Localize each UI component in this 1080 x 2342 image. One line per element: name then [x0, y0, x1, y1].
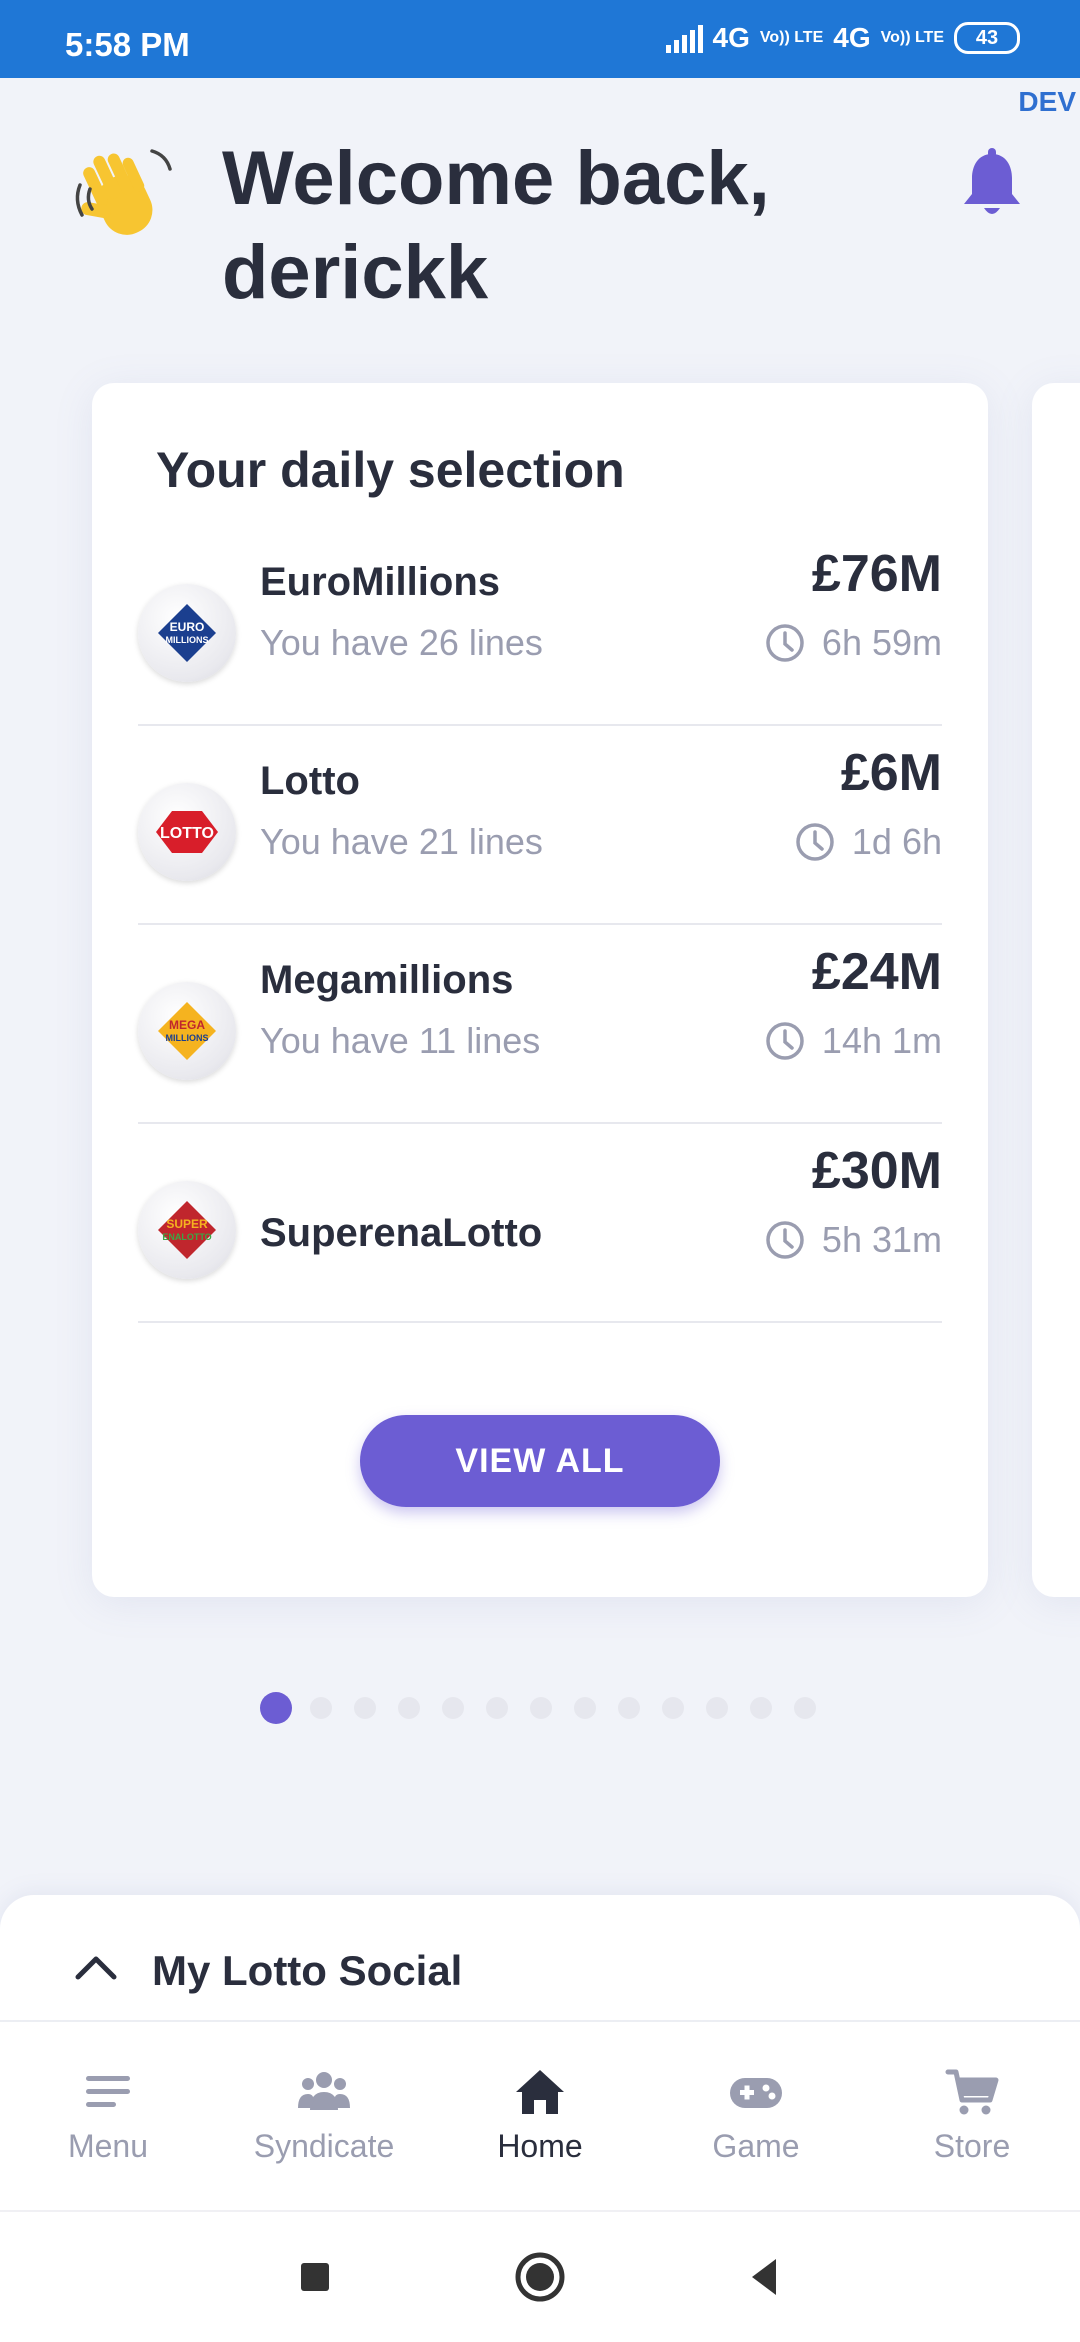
clock-icon: [766, 1221, 804, 1259]
lotto-logo-text: LOTTO: [160, 825, 214, 842]
game-row-megamillions[interactable]: MEGA MILLIONS Megamillions You have 11 l…: [138, 924, 942, 1124]
group-icon: [298, 2072, 350, 2110]
nav-item-store[interactable]: Store: [882, 2066, 1062, 2165]
battery-icon: 43: [954, 22, 1020, 54]
superenalotto-logo-subtext: ENALOTTO: [162, 1232, 211, 1242]
network-type-2: 4G: [833, 22, 871, 53]
pager-dot[interactable]: [574, 1697, 596, 1719]
dev-tag: DEV: [1018, 86, 1076, 117]
megamillions-logo-text: MEGA: [169, 1018, 205, 1032]
pager-dot[interactable]: [706, 1697, 728, 1719]
bottom-nav: Menu Syndicate Home Game Store: [0, 2020, 1080, 2212]
game-lines: You have 21 lines: [260, 821, 543, 862]
nav-item-menu[interactable]: Menu: [18, 2066, 198, 2165]
system-nav-bar: [0, 2210, 1080, 2342]
megamillions-logo-subtext: MILLIONS: [166, 1033, 209, 1043]
nav-label: Home: [497, 2128, 583, 2164]
nav-label: Menu: [67, 2128, 149, 2164]
back-icon[interactable]: [738, 2250, 792, 2304]
game-lines: You have 26 lines: [260, 622, 543, 663]
nav-label: Game: [712, 2128, 800, 2164]
countdown: 1d 6h: [794, 821, 942, 863]
game-row-lotto[interactable]: LOTTO Lotto You have 21 lines £6M 1d 6h: [138, 725, 942, 925]
game-lines: You have 11 lines: [260, 1020, 541, 1061]
nav-item-home[interactable]: Home: [450, 2066, 630, 2165]
welcome-heading: Welcome back, derickk: [222, 136, 770, 315]
gamepad-icon: [730, 2078, 782, 2108]
jackpot-amount: £6M: [840, 744, 942, 802]
network-type: 4G: [712, 22, 750, 53]
waving-hand-icon: [75, 149, 172, 235]
next-card-peek[interactable]: [1032, 383, 1080, 1597]
superenalotto-logo: SUPER ENALOTTO: [138, 1181, 236, 1279]
home-icon: [516, 2070, 564, 2114]
jackpot-amount: £76M: [811, 545, 942, 603]
status-indicators: 4G Vo)) LTE 4G Vo)) LTE 43: [665, 22, 1020, 54]
nav-label: Syndicate: [253, 2128, 395, 2164]
social-title: My Lotto Social: [152, 1947, 463, 1994]
countdown-text: 6h 59m: [821, 622, 942, 663]
my-lotto-social-panel[interactable]: My Lotto Social: [0, 1895, 1080, 2020]
recent-apps-icon[interactable]: [288, 2250, 342, 2304]
pager-dot[interactable]: [442, 1697, 464, 1719]
jackpot-amount: £30M: [811, 1142, 942, 1200]
countdown: 14h 1m: [764, 1020, 942, 1062]
pager-dot[interactable]: [794, 1697, 816, 1719]
home-button-icon[interactable]: [513, 2250, 567, 2304]
game-name: EuroMillions: [260, 560, 500, 604]
cart-icon: [945, 2069, 999, 2115]
nav-item-game[interactable]: Game: [666, 2066, 846, 2165]
daily-selection-card: Your daily selection EURO MILLIONS EuroM…: [92, 383, 988, 1597]
euromillions-logo-text: EURO: [170, 620, 205, 634]
clock-icon: [766, 624, 804, 662]
game-name: Lotto: [260, 759, 360, 803]
countdown-text: 14h 1m: [821, 1020, 942, 1061]
countdown: 5h 31m: [764, 1219, 942, 1261]
status-bar: 5:58 PM 4G Vo)) LTE 4G Vo)) LTE 43: [0, 0, 1080, 78]
volte-indicator-2: Vo)) LTE: [880, 29, 944, 46]
countdown: 6h 59m: [764, 622, 942, 664]
pager-dot[interactable]: [662, 1697, 684, 1719]
jackpot-amount: £24M: [811, 943, 942, 1001]
status-time: 5:58 PM: [65, 26, 190, 63]
card-title: Your daily selection: [156, 442, 625, 498]
clock-icon: [796, 823, 834, 861]
pager-dot[interactable]: [354, 1697, 376, 1719]
game-row-euromillions[interactable]: EURO MILLIONS EuroMillions You have 26 l…: [138, 526, 942, 726]
superenalotto-logo-text: SUPER: [166, 1217, 208, 1231]
countdown-text: 5h 31m: [821, 1219, 942, 1260]
pager-dot-active[interactable]: [260, 1692, 292, 1724]
carousel-pager: [260, 1692, 816, 1724]
signal-icon: [665, 23, 703, 53]
megamillions-logo: MEGA MILLIONS: [138, 982, 236, 1080]
pager-dot[interactable]: [486, 1697, 508, 1719]
pager-dot[interactable]: [750, 1697, 772, 1719]
euromillions-logo: EURO MILLIONS: [138, 584, 236, 682]
clock-icon: [766, 1022, 804, 1060]
pager-dot[interactable]: [618, 1697, 640, 1719]
euromillions-logo-subtext: MILLIONS: [166, 635, 209, 645]
chevron-up-icon[interactable]: [74, 1953, 118, 1981]
pager-dot[interactable]: [398, 1697, 420, 1719]
volte-indicator: Vo)) LTE: [759, 29, 824, 46]
pager-dot[interactable]: [530, 1697, 552, 1719]
game-name: SuperenaLotto: [260, 1211, 543, 1255]
game-row-superenalotto[interactable]: SUPER ENALOTTO SuperenaLotto £30M 5h 31m: [138, 1123, 942, 1323]
view-all-button[interactable]: VIEW ALL: [360, 1415, 720, 1507]
countdown-text: 1d 6h: [851, 821, 942, 862]
nav-label: Store: [933, 2128, 1011, 2164]
menu-icon: [86, 2076, 130, 2107]
pager-dot[interactable]: [310, 1697, 332, 1719]
bell-icon[interactable]: [960, 148, 1024, 220]
game-name: Megamillions: [260, 958, 514, 1002]
nav-item-syndicate[interactable]: Syndicate: [234, 2066, 414, 2165]
lotto-logo: LOTTO: [138, 783, 236, 881]
